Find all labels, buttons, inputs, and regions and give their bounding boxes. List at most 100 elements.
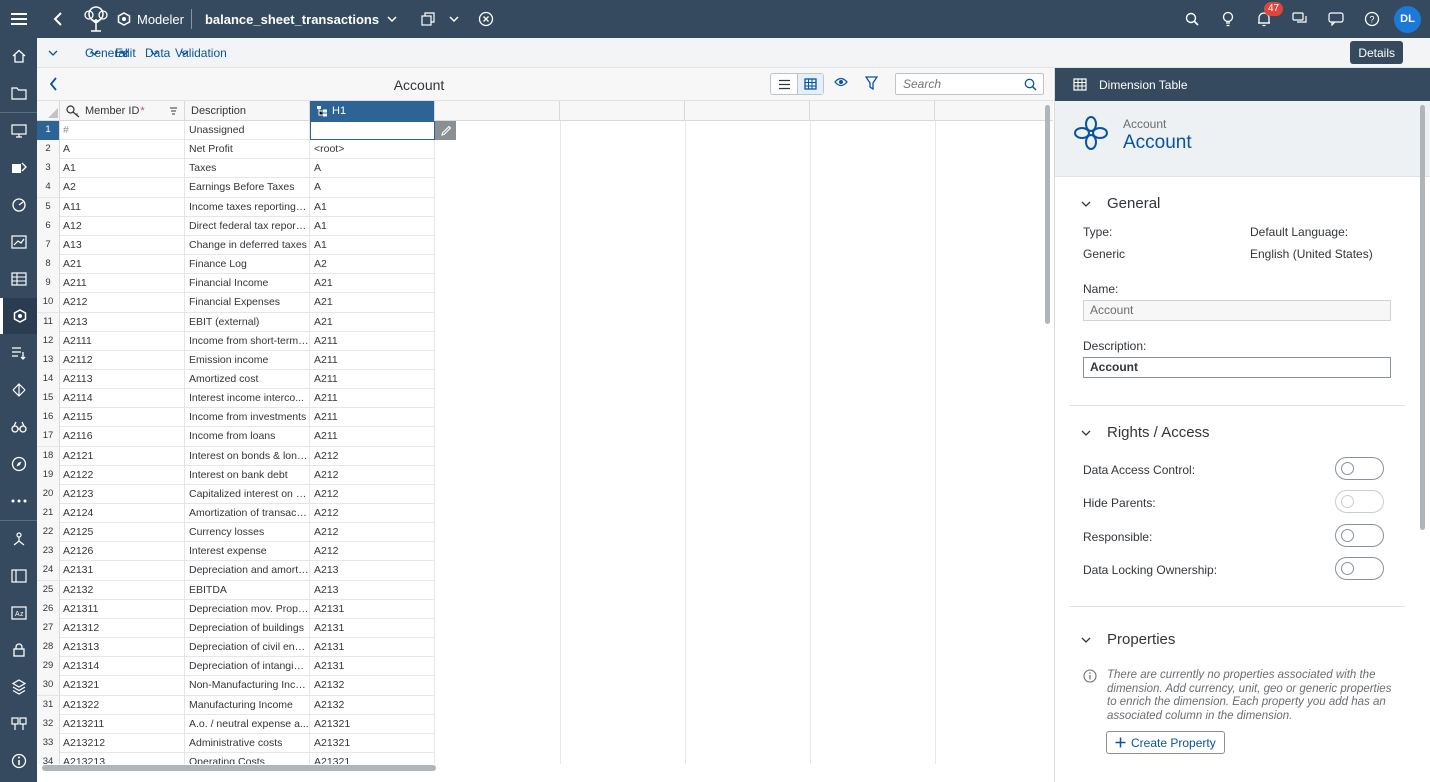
- more-icon[interactable]: [0, 483, 37, 519]
- parent-h1-cell[interactable]: A211: [314, 389, 432, 407]
- description-cell[interactable]: Income from investments: [189, 408, 309, 426]
- menu-validation[interactable]: Validation: [175, 46, 227, 60]
- chevron-down-icon[interactable]: [387, 16, 397, 22]
- member-id-cell[interactable]: A2116: [63, 427, 183, 445]
- parent-h1-cell[interactable]: A211: [314, 370, 432, 388]
- table-row[interactable]: 7 A13 Change in deferred taxes A1: [37, 235, 435, 256]
- chevron-down-icon[interactable]: [443, 8, 465, 30]
- description-cell[interactable]: Unassigned: [189, 121, 309, 139]
- list-view-icon[interactable]: [771, 74, 797, 94]
- member-id-cell[interactable]: A12: [63, 217, 183, 235]
- member-id-cell[interactable]: A2122: [63, 466, 183, 484]
- parent-h1-cell[interactable]: A212: [314, 447, 432, 465]
- description-cell[interactable]: Interest on bank debt: [189, 466, 309, 484]
- parent-h1-cell[interactable]: A213: [314, 581, 432, 599]
- active-cell-editor[interactable]: [310, 121, 435, 140]
- back-icon[interactable]: [53, 12, 73, 26]
- table-row[interactable]: 32 A213211 A.o. / neutral expense a... A213…: [37, 714, 435, 734]
- member-id-cell[interactable]: A213211: [63, 715, 183, 733]
- transport-icon[interactable]: [0, 372, 37, 408]
- data-access-control-switch[interactable]: [1335, 457, 1384, 480]
- parent-h1-cell[interactable]: A211: [314, 332, 432, 350]
- parent-h1-cell[interactable]: A212: [314, 466, 432, 484]
- member-id-cell[interactable]: A2121: [63, 447, 183, 465]
- table-row[interactable]: 31 A21322 Manufacturing Income A2132: [37, 695, 435, 715]
- stories-icon[interactable]: [0, 113, 37, 149]
- modeler-nav-icon[interactable]: [0, 298, 37, 334]
- parent-h1-cell[interactable]: A2131: [314, 657, 432, 675]
- member-id-cell[interactable]: A2111: [63, 332, 183, 350]
- table-row[interactable]: 18 A2121 Interest on bonds & long... A212: [37, 446, 435, 466]
- parent-h1-cell[interactable]: A21: [314, 274, 432, 292]
- parent-h1-cell[interactable]: A1: [314, 236, 432, 254]
- table-row[interactable]: 13 A2112 Emission income A211: [37, 350, 435, 370]
- menu-data[interactable]: Data: [145, 46, 170, 60]
- column-member-id[interactable]: Member ID *: [60, 101, 185, 121]
- parent-h1-cell[interactable]: A211: [314, 427, 432, 445]
- member-id-cell[interactable]: #: [63, 121, 183, 139]
- section-general[interactable]: General: [1081, 195, 1160, 212]
- description-cell[interactable]: Operating Costs: [189, 753, 309, 764]
- member-id-cell[interactable]: A13: [63, 236, 183, 254]
- parent-h1-cell[interactable]: A1: [314, 217, 432, 235]
- grid-view-icon[interactable]: [797, 74, 823, 94]
- search-input[interactable]: [896, 74, 1016, 94]
- description-field[interactable]: Account: [1083, 357, 1391, 378]
- member-id-cell[interactable]: A211: [63, 274, 183, 292]
- table-row[interactable]: 12 A2111 Income from short-term ... A211: [37, 331, 435, 351]
- table-row[interactable]: 26 A21311 Depreciation mov. Prope... A2131: [37, 599, 435, 619]
- description-cell[interactable]: Income from short-term ...: [189, 332, 309, 350]
- parent-h1-cell[interactable]: A212: [314, 542, 432, 560]
- search-field[interactable]: [895, 73, 1044, 95]
- description-cell[interactable]: Earnings Before Taxes: [189, 178, 309, 196]
- parent-h1-cell[interactable]: A1: [314, 198, 432, 216]
- member-id-cell[interactable]: A21311: [63, 600, 183, 618]
- description-cell[interactable]: Change in deferred taxes: [189, 236, 309, 254]
- connections-icon[interactable]: [0, 521, 37, 557]
- description-cell[interactable]: Depreciation of intangibl...: [189, 657, 309, 675]
- section-properties[interactable]: Properties: [1081, 631, 1175, 648]
- table-row[interactable]: 14 A2113 Amortized cost A211: [37, 369, 435, 390]
- hide-parents-switch[interactable]: [1335, 490, 1384, 513]
- search-icon[interactable]: [1024, 78, 1037, 91]
- menu-edit[interactable]: Edit: [115, 46, 136, 60]
- description-cell[interactable]: Manufacturing Income: [189, 696, 309, 714]
- description-cell[interactable]: EBITDA: [189, 581, 309, 599]
- table-row[interactable]: 2 A Net Profit <root>: [37, 140, 435, 160]
- description-cell[interactable]: Direct federal tax reporti...: [189, 217, 309, 235]
- parent-h1-cell[interactable]: A2132: [314, 676, 432, 694]
- home-icon[interactable]: [0, 38, 37, 74]
- table-row[interactable]: 8 A21 Finance Log A2: [37, 255, 435, 275]
- collapse-toolbar-icon[interactable]: [37, 50, 69, 56]
- table-row[interactable]: 22 A2125 Currency losses A212: [37, 523, 435, 543]
- table-row[interactable]: 34 A213213 Operating Costs A21321: [37, 752, 435, 764]
- table-row[interactable]: 6 A12 Direct federal tax reporti... A1: [37, 216, 435, 236]
- analytic-applications-icon[interactable]: [0, 150, 37, 186]
- description-cell[interactable]: Interest income interco...: [189, 389, 309, 407]
- parent-h1-cell[interactable]: A2131: [314, 600, 432, 618]
- member-id-cell[interactable]: A2114: [63, 389, 183, 407]
- parent-h1-cell[interactable]: A21321: [314, 753, 432, 764]
- planning-icon[interactable]: [0, 224, 37, 260]
- data-table-icon[interactable]: [0, 261, 37, 297]
- parent-h1-cell[interactable]: A212: [314, 523, 432, 541]
- description-cell[interactable]: Interest on bonds & long...: [189, 447, 309, 465]
- files-icon[interactable]: [0, 75, 37, 111]
- parent-h1-cell[interactable]: <root>: [314, 140, 432, 158]
- section-rights-access[interactable]: Rights / Access: [1081, 424, 1210, 441]
- table-row[interactable]: 3 A1 Taxes A: [37, 159, 435, 179]
- table-row[interactable]: 33 A213212 Administrative costs A21321: [37, 733, 435, 753]
- lightbulb-icon[interactable]: [1210, 0, 1246, 38]
- parent-h1-cell[interactable]: A21: [314, 313, 432, 331]
- lock-icon[interactable]: [0, 632, 37, 668]
- edit-pencil-icon[interactable]: [435, 121, 456, 140]
- table-row[interactable]: 21 A2124 Amortization of transacti... A212: [37, 504, 435, 524]
- table-row[interactable]: 23 A2126 Interest expense A212: [37, 542, 435, 562]
- feedback-icon[interactable]: [1318, 0, 1354, 38]
- panel-scrollbar[interactable]: [1420, 105, 1425, 530]
- description-cell[interactable]: Capitalized interest on b...: [189, 485, 309, 503]
- member-id-cell[interactable]: A21322: [63, 696, 183, 714]
- member-id-cell[interactable]: A2125: [63, 523, 183, 541]
- member-id-cell[interactable]: A213212: [63, 734, 183, 752]
- catalog-icon[interactable]: [0, 558, 37, 594]
